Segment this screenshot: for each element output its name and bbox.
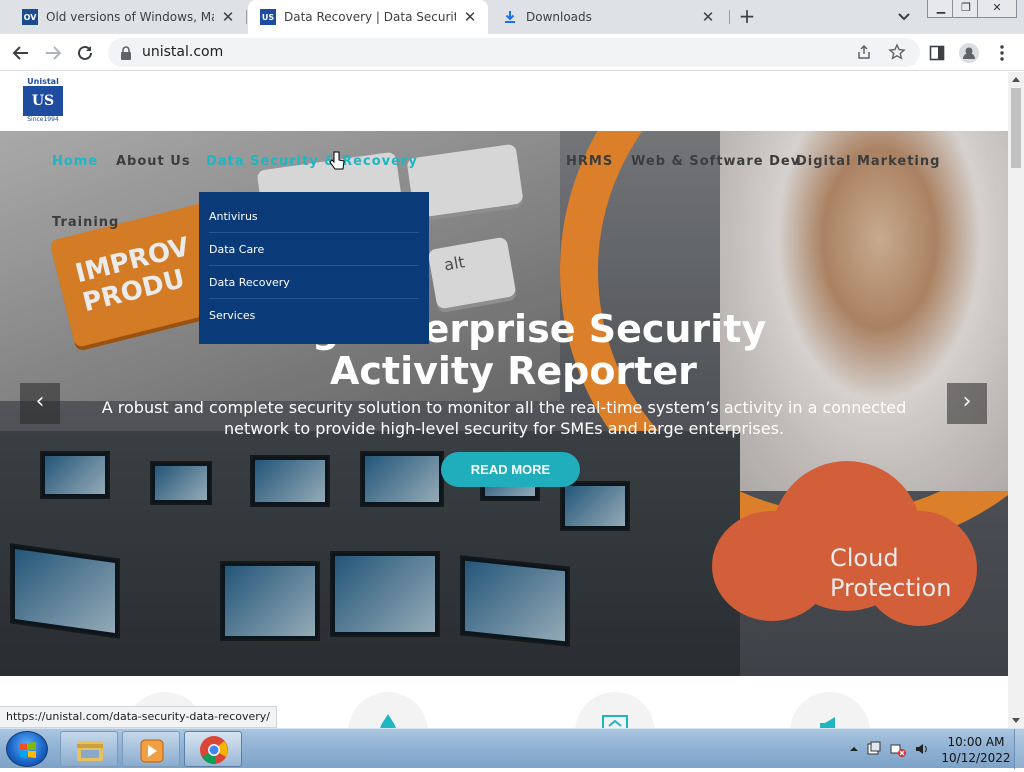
download-icon	[502, 9, 518, 25]
unistal-logo[interactable]: Unistal US Since1994	[23, 77, 63, 127]
volume-icon[interactable]	[914, 741, 930, 757]
scroll-up-arrow-icon[interactable]	[1012, 77, 1020, 82]
minimize-button[interactable]: ▁	[927, 0, 955, 18]
new-tab-button[interactable]: +	[736, 6, 758, 28]
share-icon[interactable]	[856, 44, 872, 64]
windows-taskbar: 10:00 AM 10/12/2022	[0, 728, 1024, 769]
tab-title: Data Recovery | Data Security | Pl	[284, 10, 456, 24]
chrome-icon[interactable]	[184, 731, 242, 767]
action-center-icon[interactable]	[866, 741, 882, 757]
feature-circle[interactable]	[348, 692, 428, 728]
start-button[interactable]	[6, 731, 48, 767]
close-tab-icon[interactable]: ✕	[462, 9, 478, 25]
system-tray: 10:00 AM 10/12/2022	[842, 729, 1024, 769]
megaphone-icon	[820, 717, 835, 728]
carousel-prev-arrow-icon[interactable]: ‹	[20, 383, 60, 424]
maximize-button[interactable]: ❐	[952, 0, 980, 18]
close-tab-icon[interactable]: ✕	[220, 9, 236, 25]
nav-web-software-dev[interactable]: Web & Software Dev	[631, 154, 800, 169]
forward-arrow-icon[interactable]	[42, 42, 64, 64]
address-bar[interactable]: unistal.com	[108, 38, 920, 67]
windows-logo-icon	[20, 742, 36, 758]
monitor-icon	[602, 715, 628, 728]
dropdown-item-antivirus[interactable]: Antivirus	[209, 200, 419, 233]
explorer-icon[interactable]	[60, 731, 118, 767]
oldversion-favicon-icon: OV	[22, 9, 38, 25]
url-text[interactable]: unistal.com	[142, 44, 223, 60]
tab-strip: OV Old versions of Windows, Mac and ✕ US…	[0, 0, 1024, 34]
nav-training[interactable]: Training	[52, 215, 119, 230]
nav-digital-marketing[interactable]: Digital Marketing	[796, 154, 940, 169]
dropdown-item-services[interactable]: Services	[209, 299, 419, 332]
scrollbar-thumb[interactable]	[1011, 88, 1021, 168]
side-panel-icon[interactable]	[926, 42, 948, 64]
nav-about-us[interactable]: About Us	[116, 154, 191, 169]
logo-mark: US	[23, 86, 63, 116]
logo-since-text: Since1994	[27, 116, 59, 123]
taskbar-clock[interactable]: 10:00 AM 10/12/2022	[940, 734, 1012, 766]
tab-title: Old versions of Windows, Mac and	[46, 10, 214, 24]
data-security-dropdown-menu: Antivirus Data Care Data Recovery Servic…	[199, 192, 429, 344]
dropdown-item-data-recovery[interactable]: Data Recovery	[209, 266, 419, 299]
reload-icon[interactable]	[74, 42, 96, 64]
lock-icon[interactable]	[120, 45, 132, 64]
hero-title-line-2: Activity Reporter	[330, 349, 697, 393]
scroll-down-arrow-icon[interactable]	[1012, 718, 1020, 723]
nav-home[interactable]: Home	[52, 154, 98, 169]
link-status-bubble: https://unistal.com/data-security-data-r…	[0, 706, 277, 728]
profile-avatar-icon[interactable]	[958, 42, 980, 64]
tab-search-chevron-icon[interactable]	[895, 9, 913, 25]
tab-title: Downloads	[526, 10, 592, 24]
show-desktop-button[interactable]	[1014, 729, 1024, 769]
drop-icon	[380, 714, 396, 728]
network-error-icon[interactable]	[890, 741, 906, 757]
feature-circle[interactable]	[790, 692, 870, 728]
hand-cursor-icon	[329, 151, 345, 175]
site-header: Unistal US Since1994	[0, 72, 1008, 131]
tab-data-recovery[interactable]: US Data Recovery | Data Security | Pl ✕	[248, 0, 488, 34]
read-more-button[interactable]: READ MORE	[441, 452, 580, 487]
show-hidden-icons-icon[interactable]	[846, 741, 862, 757]
tab-separator	[729, 10, 730, 24]
browser-toolbar: unistal.com	[0, 34, 1024, 71]
main-navigation: Home About Us Data Security & Recovery H…	[0, 131, 1008, 261]
close-tab-icon[interactable]: ✕	[700, 9, 716, 25]
clock-time: 10:00 AM	[947, 735, 1005, 749]
feature-circle[interactable]	[575, 692, 655, 728]
close-window-button[interactable]: ✕	[977, 0, 1017, 18]
tab-old-versions[interactable]: OV Old versions of Windows, Mac and ✕	[10, 0, 246, 34]
web-page: Unistal US Since1994 IMPROV PRODU alt Cl…	[0, 72, 1008, 728]
tab-downloads[interactable]: Downloads ✕	[490, 0, 726, 34]
back-arrow-icon[interactable]	[10, 42, 32, 64]
logo-brand-text: Unistal	[27, 77, 59, 86]
tab-separator	[246, 10, 247, 24]
hero-subtitle: A robust and complete security solution …	[101, 398, 907, 438]
bookmark-star-icon[interactable]	[888, 43, 906, 65]
nav-hrms[interactable]: HRMS	[566, 154, 613, 169]
unistal-favicon-icon: US	[260, 9, 276, 25]
dropdown-item-data-care[interactable]: Data Care	[209, 233, 419, 266]
browser-menu-icon[interactable]	[991, 42, 1013, 64]
nav-data-security-recovery[interactable]: Data Security & Recovery	[206, 154, 418, 169]
clock-date: 10/12/2022	[941, 751, 1011, 765]
media-player-icon[interactable]	[122, 731, 180, 767]
page-scrollbar[interactable]	[1008, 72, 1024, 728]
carousel-next-arrow-icon[interactable]: ›	[947, 383, 987, 424]
